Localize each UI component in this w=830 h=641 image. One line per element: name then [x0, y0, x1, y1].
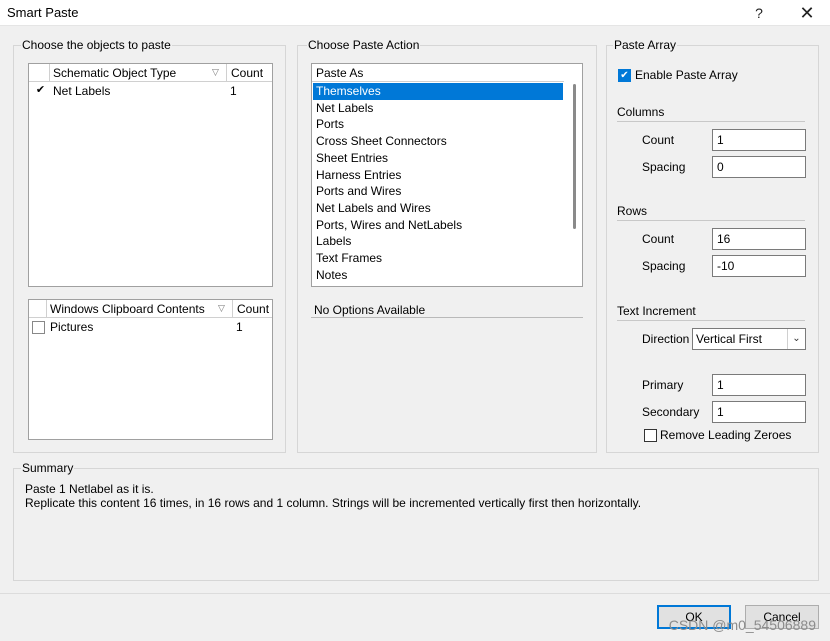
paste-as-item[interactable]: Text Frames [313, 250, 563, 267]
schematic-object-list[interactable]: Schematic Object Type ▽ Count ✔ Net Labe… [28, 63, 273, 287]
list-item[interactable]: ✔ Net Labels 1 [29, 83, 272, 99]
clipboard-contents-list[interactable]: Windows Clipboard Contents ▽ Count Pictu… [28, 299, 273, 440]
direction-value: Vertical First [696, 332, 763, 346]
no-options-text: No Options Available [314, 303, 426, 317]
rows-count-input[interactable]: 16 [712, 228, 806, 250]
paste-as-item[interactable]: Ports [313, 116, 563, 133]
clipboard-col-type[interactable]: Windows Clipboard Contents [50, 302, 205, 316]
sort-filter-icon[interactable]: ▽ [218, 303, 225, 314]
direction-dropdown[interactable]: Vertical First ⌄ [692, 328, 806, 350]
paste-array-group-title: Paste Array [613, 38, 678, 52]
pictures-checkbox[interactable] [32, 321, 45, 334]
help-button[interactable]: ? [746, 2, 772, 24]
summary-title: Summary [21, 461, 75, 475]
scrollbar-thumb[interactable] [573, 84, 576, 229]
list-item-count: 1 [236, 320, 243, 334]
column-separator [232, 300, 233, 317]
paste-as-item[interactable]: Cross Sheet Connectors [313, 133, 563, 150]
paste-action-group-title: Choose Paste Action [307, 38, 421, 52]
columns-count-input[interactable]: 1 [712, 129, 806, 151]
clipboard-list-header: Windows Clipboard Contents ▽ Count [29, 300, 272, 318]
columns-section-title: Columns [617, 105, 665, 119]
enable-paste-array-checkbox[interactable]: ✔ [618, 69, 631, 82]
column-separator [226, 64, 227, 81]
list-item-count: 1 [230, 84, 237, 98]
columns-divider [617, 121, 805, 122]
footer-divider [0, 593, 830, 594]
paste-as-item[interactable]: Ports and Wires [313, 183, 563, 200]
objects-group-title: Choose the objects to paste [21, 38, 172, 52]
paste-as-item[interactable]: Themselves [313, 83, 563, 100]
schematic-list-header: Schematic Object Type ▽ Count [29, 64, 272, 82]
secondary-label: Secondary [642, 405, 700, 419]
paste-as-item[interactable]: Harness Entries [313, 167, 563, 184]
column-separator [46, 300, 47, 317]
remove-leading-zeroes-label[interactable]: Remove Leading Zeroes [660, 428, 791, 442]
paste-as-item[interactable]: Sheet Entries [313, 150, 563, 167]
secondary-input[interactable]: 1 [712, 401, 806, 423]
sort-filter-icon[interactable]: ▽ [212, 67, 219, 78]
paste-as-item[interactable]: Net Labels and Wires [313, 200, 563, 217]
columns-spacing-label: Spacing [642, 160, 686, 174]
paste-as-header: Paste As [312, 64, 564, 82]
net-labels-checkbox[interactable]: ✔ [34, 85, 47, 98]
schematic-col-type[interactable]: Schematic Object Type [53, 66, 176, 80]
rows-divider [617, 220, 805, 221]
summary-line-2: Replicate this content 16 times, in 16 r… [25, 496, 642, 510]
rows-spacing-input[interactable]: -10 [712, 255, 806, 277]
options-divider [311, 317, 583, 318]
rows-count-label: Count [642, 232, 675, 246]
paste-as-item[interactable]: Labels [313, 233, 563, 250]
list-item-label: Pictures [50, 320, 94, 334]
primary-input[interactable]: 1 [712, 374, 806, 396]
close-button[interactable]: ✕ [790, 1, 824, 25]
remove-leading-zeroes-checkbox[interactable] [644, 429, 657, 442]
watermark: CSDN @m0_54506889 [668, 617, 816, 633]
chevron-down-icon[interactable]: ⌄ [787, 329, 805, 349]
text-increment-divider [617, 320, 805, 321]
paste-as-scrollbar[interactable] [569, 64, 582, 286]
columns-count-label: Count [642, 133, 675, 147]
paste-as-header-label: Paste As [316, 66, 364, 80]
title-bar: Smart Paste ? ✕ [0, 0, 830, 26]
rows-spacing-label: Spacing [642, 259, 686, 273]
clipboard-col-count[interactable]: Count [237, 302, 269, 316]
paste-as-list[interactable]: Paste As Themselves Net Labels Ports Cro… [311, 63, 583, 287]
list-item-label: Net Labels [53, 84, 111, 98]
rows-section-title: Rows [617, 204, 648, 218]
paste-as-item[interactable]: Net Labels [313, 100, 563, 117]
window-title: Smart Paste [7, 5, 79, 20]
paste-as-item[interactable]: Ports, Wires and NetLabels [313, 217, 563, 234]
enable-paste-array-label[interactable]: Enable Paste Array [635, 68, 738, 82]
column-separator [49, 64, 50, 81]
schematic-col-count[interactable]: Count [231, 66, 263, 80]
paste-as-item[interactable]: Notes [313, 267, 563, 284]
paste-as-items: Themselves Net Labels Ports Cross Sheet … [312, 83, 568, 285]
text-increment-section-title: Text Increment [617, 304, 696, 318]
direction-label: Direction [642, 332, 690, 346]
columns-spacing-input[interactable]: 0 [712, 156, 806, 178]
list-item[interactable]: Pictures 1 [29, 319, 272, 335]
summary-line-1: Paste 1 Netlabel as it is. [25, 482, 154, 496]
primary-label: Primary [642, 378, 684, 392]
